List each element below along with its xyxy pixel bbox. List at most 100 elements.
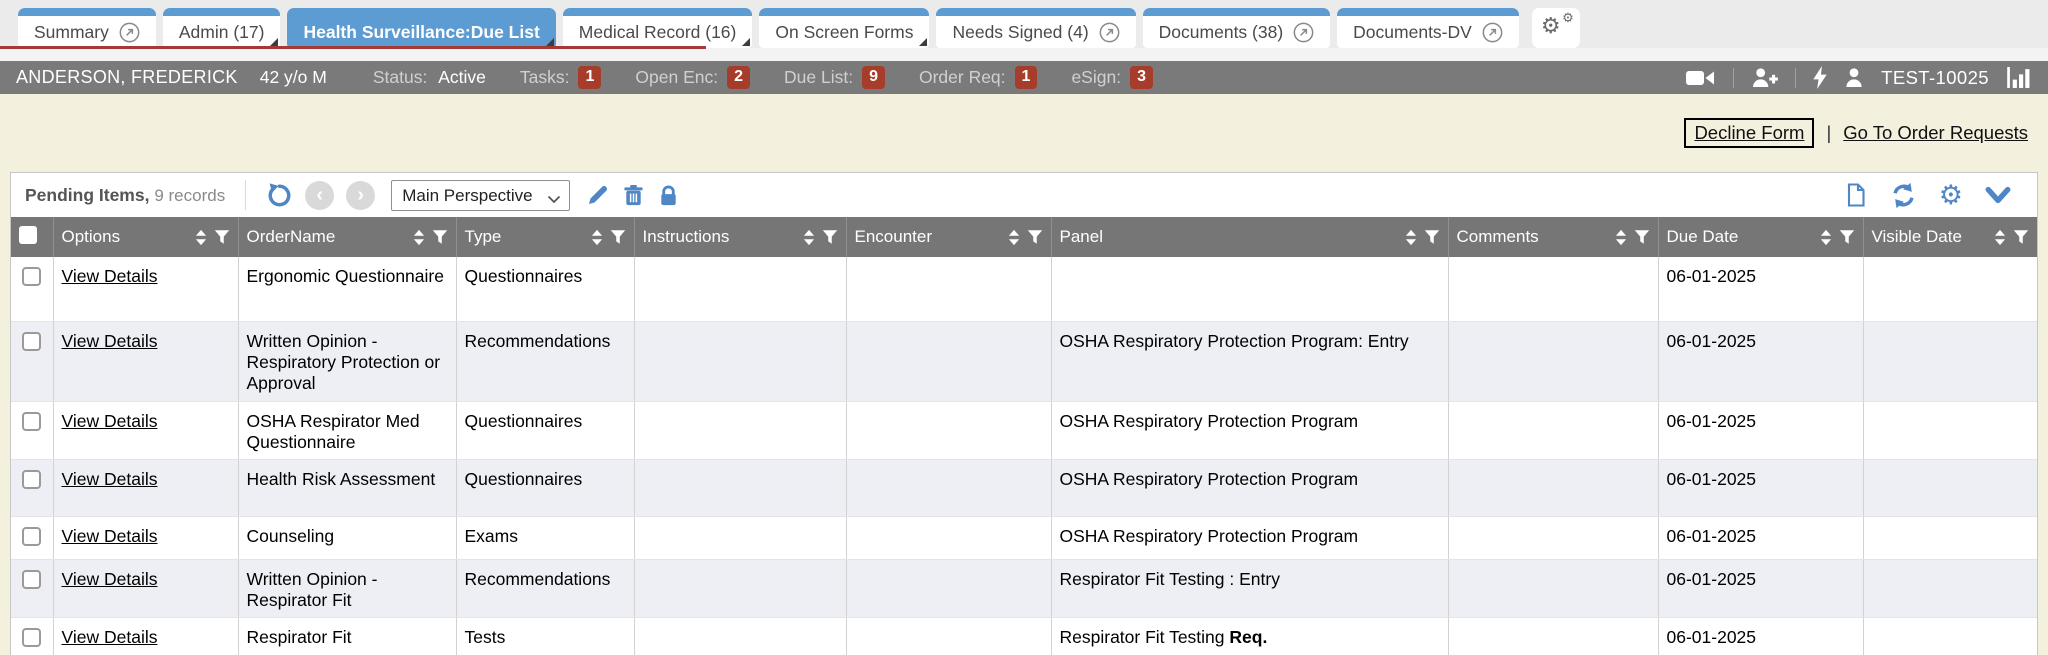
tab-settings-gears-button[interactable]: ⚙ ⚙ [1532, 8, 1580, 48]
cell-due-date: 06-01-2025 [1658, 321, 1863, 401]
link-separator: | [1826, 122, 1831, 144]
sort-icon[interactable] [591, 229, 603, 246]
tasks-count-badge[interactable]: 1 [578, 66, 601, 89]
collapse-panel-button[interactable] [1985, 186, 2011, 204]
view-details-link[interactable]: View Details [62, 266, 158, 286]
tab-medical-record[interactable]: Medical Record (16) [563, 8, 753, 48]
filter-icon[interactable] [214, 229, 230, 245]
view-details-link[interactable]: View Details [62, 411, 158, 431]
person-icon[interactable] [1844, 67, 1864, 88]
tab-on-screen-forms[interactable]: On Screen Forms [759, 8, 929, 48]
cell-instructions [634, 516, 846, 559]
tab-admin[interactable]: Admin (17) [163, 8, 281, 48]
tab-admin-label: Admin (17) [179, 22, 265, 43]
row-checkbox[interactable] [22, 527, 41, 546]
status-label: Status: [373, 67, 427, 87]
tab-documents-dv[interactable]: Documents-DV [1337, 8, 1519, 48]
sort-icon[interactable] [1008, 229, 1020, 246]
sort-icon[interactable] [1820, 229, 1832, 246]
order-req-count-badge[interactable]: 1 [1015, 66, 1038, 89]
perspective-select[interactable]: Main Perspective [391, 180, 570, 211]
column-header-instructions[interactable]: Instructions [643, 227, 730, 247]
tab-summary[interactable]: Summary [18, 8, 156, 48]
lightning-icon[interactable] [1813, 66, 1827, 89]
row-checkbox[interactable] [22, 570, 41, 589]
view-details-link[interactable]: View Details [62, 627, 158, 647]
column-header-type[interactable]: Type [465, 227, 502, 247]
open-enc-count-badge[interactable]: 2 [727, 66, 750, 89]
esign-count-badge[interactable]: 3 [1130, 66, 1153, 89]
bar-chart-icon[interactable] [2006, 66, 2032, 89]
view-details-link[interactable]: View Details [62, 469, 158, 489]
filter-icon[interactable] [1839, 229, 1855, 245]
popout-icon[interactable] [1099, 22, 1120, 43]
column-header-visible-date[interactable]: Visible Date [1872, 227, 1962, 247]
table-row: View Details Counseling Exams OSHA Respi… [11, 516, 2037, 559]
delete-perspective-button[interactable] [622, 184, 645, 207]
popout-icon[interactable] [119, 22, 140, 43]
popout-icon[interactable] [1293, 22, 1314, 43]
record-count: 9 records [154, 186, 225, 205]
column-header-comments[interactable]: Comments [1457, 227, 1539, 247]
column-header-encounter[interactable]: Encounter [855, 227, 933, 247]
tab-needs-signed-label: Needs Signed (4) [952, 22, 1088, 43]
table-row: View Details Written Opinion - Respirato… [11, 559, 2037, 617]
row-checkbox[interactable] [22, 267, 41, 286]
stat-tasks[interactable]: Tasks: 1 [520, 66, 602, 89]
view-details-link[interactable]: View Details [62, 331, 158, 351]
view-details-link[interactable]: View Details [62, 526, 158, 546]
view-details-link[interactable]: View Details [62, 569, 158, 589]
select-all-checkbox[interactable] [19, 226, 37, 244]
row-checkbox[interactable] [22, 332, 41, 351]
previous-perspective-button[interactable]: ‹ [305, 181, 334, 210]
decline-form-link[interactable]: Decline Form [1684, 118, 1814, 148]
pencil-icon [586, 183, 610, 207]
popout-icon[interactable] [1482, 22, 1503, 43]
trash-icon [622, 184, 645, 207]
sort-icon[interactable] [803, 229, 815, 246]
row-checkbox[interactable] [22, 470, 41, 489]
column-header-order-name[interactable]: OrderName [247, 227, 336, 247]
row-checkbox[interactable] [22, 628, 41, 647]
stat-open-enc[interactable]: Open Enc: 2 [635, 66, 750, 89]
edit-perspective-button[interactable] [586, 183, 610, 207]
due-list-count-badge[interactable]: 9 [862, 66, 885, 89]
filter-icon[interactable] [822, 229, 838, 245]
sort-icon[interactable] [1994, 229, 2006, 246]
lock-perspective-button[interactable] [657, 184, 680, 207]
tab-health-surveillance-due-list[interactable]: Health Surveillance:Due List [287, 8, 555, 48]
tab-documents[interactable]: Documents (38) [1143, 8, 1331, 48]
column-header-panel[interactable]: Panel [1060, 227, 1103, 247]
tab-bar: Summary Admin (17) Health Surveillance:D… [0, 0, 2048, 48]
filter-icon[interactable] [1424, 229, 1440, 245]
filter-icon[interactable] [2013, 229, 2029, 245]
column-header-options[interactable]: Options [62, 227, 121, 247]
stat-order-req[interactable]: Order Req: 1 [919, 66, 1037, 89]
next-perspective-button[interactable]: › [346, 181, 375, 210]
row-checkbox[interactable] [22, 412, 41, 431]
stat-esign[interactable]: eSign: 3 [1071, 66, 1153, 89]
new-document-button[interactable] [1844, 182, 1868, 208]
sort-icon[interactable] [413, 229, 425, 246]
go-to-order-requests-link[interactable]: Go To Order Requests [1843, 122, 2028, 144]
column-header-due-date[interactable]: Due Date [1667, 227, 1739, 247]
cell-visible-date [1863, 257, 2037, 321]
sort-icon[interactable] [1405, 229, 1417, 246]
filter-icon[interactable] [432, 229, 448, 245]
filter-icon[interactable] [610, 229, 626, 245]
sort-icon[interactable] [1615, 229, 1627, 246]
undo-button[interactable] [266, 182, 293, 209]
grid-settings-button[interactable]: ⚙ [1939, 182, 1963, 209]
stat-due-list[interactable]: Due List: 9 [784, 66, 885, 89]
video-camera-icon[interactable] [1686, 68, 1716, 88]
refresh-button[interactable] [1890, 182, 1917, 209]
table-row: View Details OSHA Respirator Med Questio… [11, 401, 2037, 459]
filter-icon[interactable] [1027, 229, 1043, 245]
cell-panel: OSHA Respiratory Protection Program: Ent… [1051, 321, 1448, 401]
toolbar-right-actions: ⚙ [1844, 182, 2023, 209]
cell-instructions [634, 617, 846, 655]
add-person-icon[interactable] [1751, 67, 1778, 88]
tab-needs-signed[interactable]: Needs Signed (4) [936, 8, 1135, 48]
sort-icon[interactable] [195, 229, 207, 246]
filter-icon[interactable] [1634, 229, 1650, 245]
